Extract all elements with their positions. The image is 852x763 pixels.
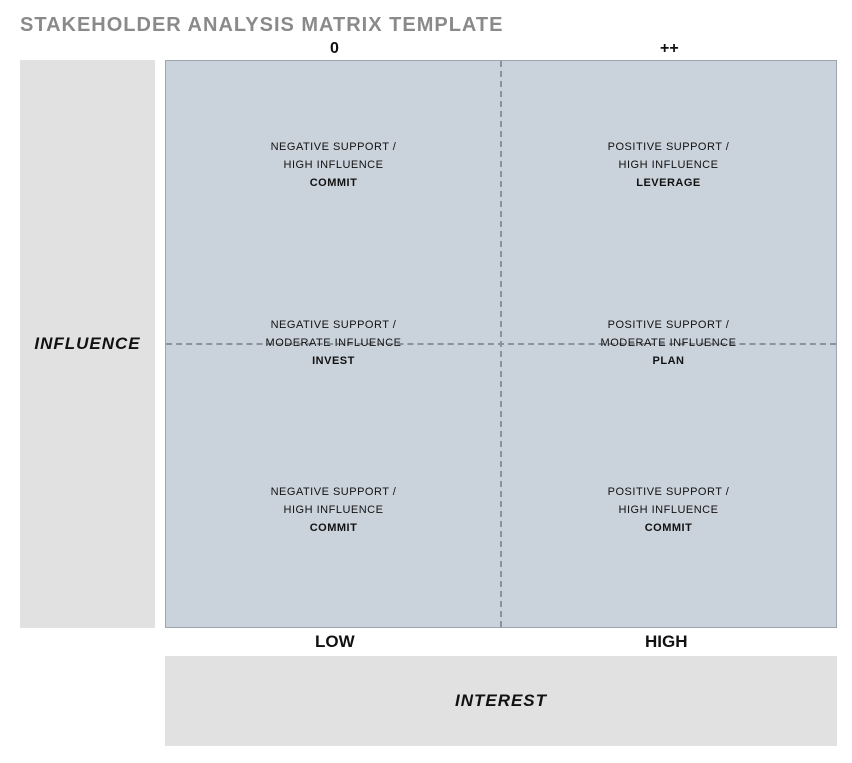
cell-mid-right: POSITIVE SUPPORT / MODERATE INFLUENCE PL… [501,319,836,367]
cell-text: NEGATIVE SUPPORT / [166,486,501,498]
cell-text: HIGH INFLUENCE [501,159,836,171]
cell-bottom-right: POSITIVE SUPPORT / HIGH INFLUENCE COMMIT [501,486,836,534]
cell-text: POSITIVE SUPPORT / [501,141,836,153]
top-scale-right: ++ [660,40,679,58]
cell-text: POSITIVE SUPPORT / [501,486,836,498]
cell-top-left: NEGATIVE SUPPORT / HIGH INFLUENCE COMMIT [166,141,501,189]
cell-text: HIGH INFLUENCE [501,504,836,516]
x-axis-panel: INTEREST [165,656,837,746]
cell-text: HIGH INFLUENCE [166,504,501,516]
y-axis-panel: INFLUENCE [20,60,155,628]
cell-action: LEVERAGE [501,177,836,189]
y-axis-label: INFLUENCE [34,334,140,354]
bottom-scale-right: HIGH [645,632,688,652]
cell-text: NEGATIVE SUPPORT / [166,319,501,331]
cell-action: PLAN [501,355,836,367]
cell-text: MODERATE INFLUENCE [501,337,836,349]
bottom-scale-left: LOW [315,632,355,652]
top-scale-left: 0 [330,40,339,58]
cell-text: HIGH INFLUENCE [166,159,501,171]
x-axis-label: INTEREST [455,691,547,711]
cell-action: COMMIT [166,177,501,189]
matrix-grid: NEGATIVE SUPPORT / HIGH INFLUENCE COMMIT… [165,60,837,628]
cell-action: INVEST [166,355,501,367]
cell-text: NEGATIVE SUPPORT / [166,141,501,153]
cell-action: COMMIT [501,522,836,534]
top-scale: 0 ++ [165,40,837,60]
cell-top-right: POSITIVE SUPPORT / HIGH INFLUENCE LEVERA… [501,141,836,189]
cell-action: COMMIT [166,522,501,534]
cell-text: MODERATE INFLUENCE [166,337,501,349]
cell-mid-left: NEGATIVE SUPPORT / MODERATE INFLUENCE IN… [166,319,501,367]
cell-text: POSITIVE SUPPORT / [501,319,836,331]
cell-bottom-left: NEGATIVE SUPPORT / HIGH INFLUENCE COMMIT [166,486,501,534]
bottom-scale: LOW HIGH [165,632,837,656]
page-title: STAKEHOLDER ANALYSIS MATRIX TEMPLATE [20,14,503,37]
